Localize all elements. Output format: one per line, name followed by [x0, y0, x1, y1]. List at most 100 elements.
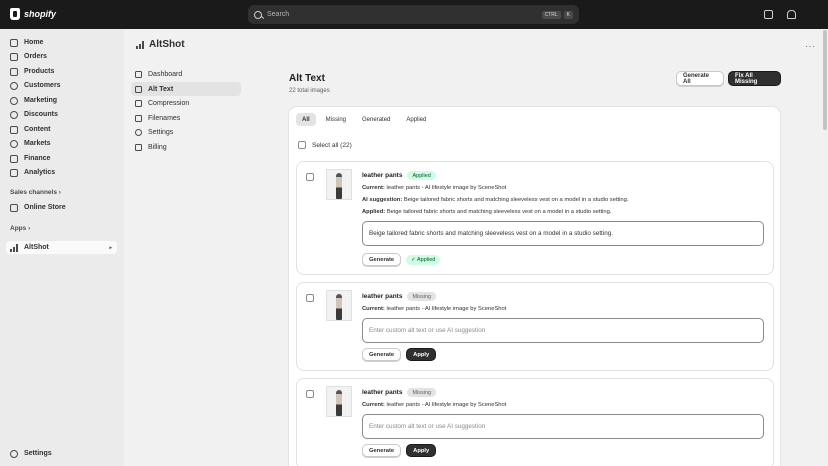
- status-badge: Missing: [407, 292, 437, 301]
- admin-sidebar: Home Orders Products Customers Marketing…: [0, 29, 124, 466]
- model-figure: [336, 294, 342, 320]
- tab-applied[interactable]: Applied: [400, 113, 432, 126]
- image-name: leather pants: [362, 293, 403, 300]
- file-icon: [135, 114, 142, 122]
- subnav-dashboard[interactable]: Dashboard: [131, 67, 241, 81]
- sidebar-item-label: Online Store: [24, 204, 66, 211]
- select-all-checkbox[interactable]: [298, 141, 306, 149]
- sidebar-item-label: Content: [24, 126, 51, 133]
- shopify-logo[interactable]: shopify: [10, 8, 56, 20]
- subnav-alt-text[interactable]: Alt Text: [131, 82, 241, 96]
- discount-icon: [10, 110, 18, 119]
- subnav-filenames[interactable]: Filenames: [131, 111, 241, 125]
- generate-button[interactable]: Generate: [362, 253, 402, 266]
- row-title: leather pants Missing: [362, 292, 437, 301]
- subnav-settings[interactable]: Settings: [131, 125, 241, 139]
- select-all-label: Select all (22): [312, 141, 352, 149]
- subnav-label: Compression: [148, 99, 190, 107]
- apps-link[interactable]: Apps ›: [10, 225, 30, 232]
- tab-generated[interactable]: Generated: [356, 113, 396, 126]
- search-bar[interactable]: Search CTRL K: [248, 5, 579, 24]
- sidebar-item-label: AltShot: [24, 244, 49, 251]
- tab-all[interactable]: All: [296, 113, 316, 126]
- sidebar-item-settings[interactable]: Settings: [6, 447, 117, 460]
- row-checkbox[interactable]: [306, 390, 314, 398]
- sidebar-item-discounts[interactable]: Discounts: [6, 108, 117, 121]
- altshot-app-icon: [10, 243, 18, 252]
- sidebar-item-markets[interactable]: Markets: [6, 137, 117, 150]
- sidebar-item-label: Orders: [24, 53, 47, 60]
- sidebar-item-label: Home: [24, 39, 44, 46]
- alt-text-field[interactable]: Beige tailored fabric shorts and matchin…: [362, 221, 764, 246]
- sidebar-item-products[interactable]: Products: [6, 65, 117, 78]
- row-actions: Generate Apply: [362, 444, 437, 457]
- product-thumbnail[interactable]: [326, 290, 352, 321]
- subnav-billing[interactable]: Billing: [131, 140, 241, 154]
- select-all[interactable]: Select all (22): [298, 141, 352, 149]
- ai-suggestion-line: AI suggestion: Beige tailored fabric sho…: [362, 197, 628, 203]
- product-thumbnail[interactable]: [326, 386, 352, 417]
- alt-text-field[interactable]: Enter custom alt text or use AI suggesti…: [362, 318, 764, 343]
- altshot-app-icon: [136, 40, 144, 49]
- generate-all-button[interactable]: Generate All: [676, 71, 724, 86]
- sidebar-item-analytics[interactable]: Analytics: [6, 166, 117, 179]
- subnav-label: Dashboard: [148, 70, 183, 78]
- model-figure: [336, 173, 342, 199]
- kbd-ctrl: CTRL: [541, 10, 561, 19]
- current-alt-line: Current: leather pants - AI lifestyle im…: [362, 402, 506, 408]
- product-thumbnail[interactable]: [326, 169, 352, 200]
- sidebar-item-online-store[interactable]: Online Store: [6, 201, 117, 214]
- page-title: Alt Text: [289, 73, 325, 84]
- app-header: AltShot: [136, 39, 185, 50]
- model-figure: [336, 390, 342, 416]
- chevron-right-icon: ›: [58, 189, 61, 196]
- fix-all-missing-button[interactable]: Fix All Missing: [728, 71, 781, 86]
- sidebar-item-finance[interactable]: Finance: [6, 152, 117, 165]
- applied-line: Applied: Beige tailored fabric shorts an…: [362, 209, 611, 215]
- more-actions-icon[interactable]: ···: [805, 41, 816, 51]
- ai-suggestion-value: Beige tailored fabric shorts and matchin…: [403, 197, 629, 203]
- sidebar-item-home[interactable]: Home: [6, 36, 117, 49]
- alt-text-field[interactable]: Enter custom alt text or use AI suggesti…: [362, 414, 764, 439]
- store-icon: [10, 203, 18, 212]
- page-subtitle: 22 total images: [289, 88, 330, 94]
- bank-icon: [10, 154, 18, 163]
- store-icon[interactable]: [764, 10, 773, 19]
- gear-icon: [135, 128, 142, 136]
- applied-tag: ✓ Applied: [406, 254, 441, 265]
- image-row: leather pants Missing Current: leather p…: [297, 283, 773, 370]
- row-actions: Generate ✓ Applied: [362, 253, 441, 266]
- app-title: AltShot: [149, 39, 185, 50]
- sidebar-item-label: Markets: [24, 140, 51, 147]
- image-row: leather pants Applied Current: leather p…: [297, 162, 773, 274]
- globe-icon: [10, 139, 18, 148]
- generate-button[interactable]: Generate: [362, 348, 402, 361]
- sales-channels-link[interactable]: Sales channels ›: [10, 189, 61, 196]
- row-checkbox[interactable]: [306, 173, 314, 181]
- sidebar-item-customers[interactable]: Customers: [6, 79, 117, 92]
- subnav-compression[interactable]: Compression: [131, 96, 241, 110]
- current-label: Current:: [362, 185, 385, 191]
- row-checkbox[interactable]: [306, 294, 314, 302]
- kbd-k: K: [563, 10, 573, 19]
- current-label: Current:: [362, 306, 385, 312]
- sidebar-item-orders[interactable]: Orders: [6, 50, 117, 63]
- sidebar-item-label: Settings: [24, 450, 52, 457]
- generate-button[interactable]: Generate: [362, 444, 402, 457]
- sidebar-item-altshot[interactable]: AltShot ▸: [6, 241, 117, 254]
- search-icon: [254, 10, 262, 19]
- brand-name: shopify: [24, 9, 57, 19]
- sidebar-item-content[interactable]: Content: [6, 123, 117, 136]
- pin-icon[interactable]: ▸: [109, 245, 112, 251]
- apply-button[interactable]: Apply: [406, 348, 437, 361]
- page-scrollbar[interactable]: [823, 30, 827, 130]
- sidebar-item-marketing[interactable]: Marketing: [6, 94, 117, 107]
- sidebar-item-label: Discounts: [24, 111, 58, 118]
- bell-icon[interactable]: [787, 10, 796, 19]
- target-icon: [10, 96, 18, 105]
- tab-missing[interactable]: Missing: [320, 113, 352, 126]
- sidebar-item-label: Products: [24, 68, 55, 75]
- subnav-label: Filenames: [148, 114, 181, 122]
- chevron-right-icon: ›: [28, 225, 31, 232]
- apply-button[interactable]: Apply: [406, 444, 437, 457]
